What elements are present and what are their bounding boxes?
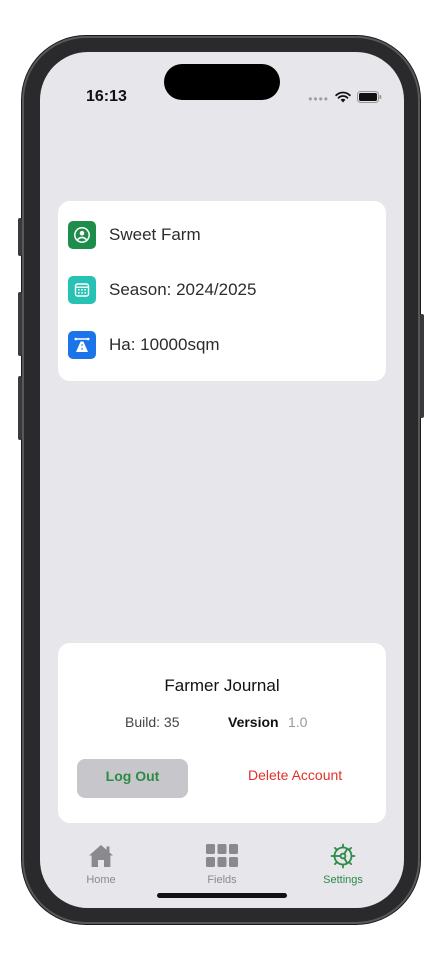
tab-fields-label: Fields bbox=[207, 874, 237, 886]
tab-settings[interactable]: Settings bbox=[303, 842, 383, 886]
app-info-card: Farmer Journal Build: 35 Version 1.0 Log… bbox=[58, 643, 386, 823]
power-button bbox=[420, 314, 424, 418]
farm-name-row: Sweet Farm bbox=[68, 221, 201, 249]
road-icon bbox=[68, 331, 96, 359]
tab-settings-label: Settings bbox=[323, 874, 363, 886]
person-circle-icon bbox=[68, 221, 96, 249]
farm-info-card: Sweet Farm Season: 2024/2025 Ha: 10000sq… bbox=[58, 201, 386, 381]
status-icons: •••• bbox=[308, 90, 382, 108]
volume-down-button bbox=[18, 376, 22, 440]
house-icon bbox=[61, 842, 141, 870]
tab-home[interactable]: Home bbox=[61, 842, 141, 886]
home-indicator[interactable] bbox=[157, 893, 287, 898]
action-button bbox=[18, 218, 22, 256]
build-number: Build: 35 bbox=[125, 714, 180, 730]
app-title: Farmer Journal bbox=[164, 676, 280, 695]
farm-name: Sweet Farm bbox=[109, 225, 201, 244]
farm-area-row: Ha: 10000sqm bbox=[68, 331, 220, 359]
tab-home-label: Home bbox=[86, 874, 116, 886]
dynamic-island bbox=[164, 64, 280, 100]
status-time: 16:13 bbox=[86, 88, 127, 105]
grid-icon bbox=[182, 842, 262, 870]
delete-account-button[interactable]: Delete Account bbox=[248, 767, 342, 783]
screen: 16:13 •••• Sweet Farm Season: 2024/2025 … bbox=[40, 52, 404, 908]
farm-area: Ha: 10000sqm bbox=[109, 335, 220, 354]
battery-icon bbox=[357, 90, 382, 108]
signal-dots: •••• bbox=[308, 92, 329, 106]
phone-frame: 16:13 •••• Sweet Farm Season: 2024/2025 … bbox=[18, 36, 424, 924]
farm-season: Season: 2024/2025 bbox=[109, 280, 257, 299]
volume-up-button bbox=[18, 292, 22, 356]
calendar-icon bbox=[68, 276, 96, 304]
version-value: 1.0 bbox=[288, 714, 308, 730]
tab-fields[interactable]: Fields bbox=[182, 842, 262, 886]
gear-icon bbox=[303, 842, 383, 870]
logout-button[interactable]: Log Out bbox=[77, 759, 188, 798]
wifi-icon bbox=[335, 90, 351, 108]
version-label: Version bbox=[228, 714, 279, 730]
farm-season-row: Season: 2024/2025 bbox=[68, 276, 256, 304]
